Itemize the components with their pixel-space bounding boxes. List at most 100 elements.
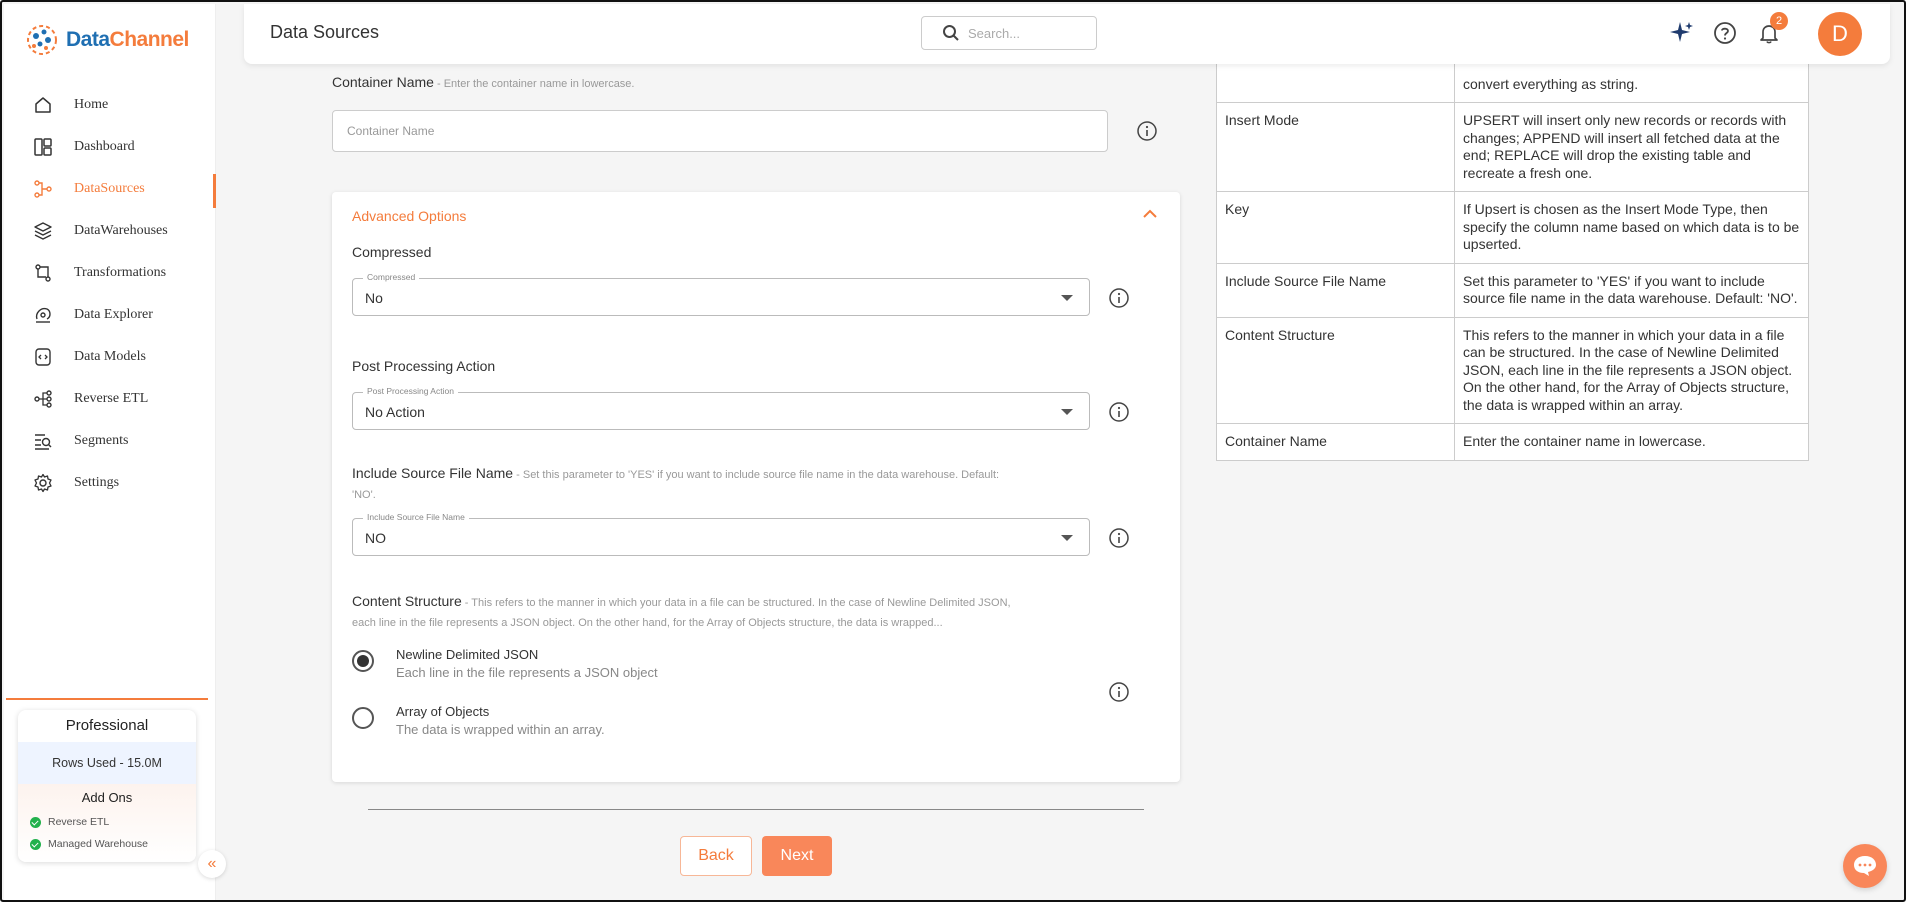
logo-icon [27, 25, 57, 55]
logo-text-part2: Channel [109, 28, 190, 51]
include-source-value: NO [365, 530, 386, 546]
include-source-label: Include Source File Name - Set this para… [352, 464, 1022, 504]
info-icon[interactable] [1108, 401, 1130, 423]
sidebar-item-dashboard[interactable]: Dashboard [4, 126, 216, 168]
addon-label: Reverse ETL [48, 816, 110, 828]
notifications-button[interactable]: 2 [1756, 12, 1788, 46]
chat-support-button[interactable] [1843, 844, 1887, 888]
sidebar-item-data-models[interactable]: Data Models [4, 336, 216, 378]
content-structure-label-text: Content Structure [352, 593, 462, 609]
info-icon[interactable] [1136, 120, 1158, 142]
sidebar-item-segments[interactable]: Segments [4, 420, 216, 462]
sidebar: DataChannel Home Dashboard DataSources D… [4, 4, 216, 900]
post-processing-select[interactable]: Post Processing Action No Action [352, 386, 1090, 430]
radio-option-text: Array of Objects The data is wrapped wit… [396, 703, 605, 739]
next-button[interactable]: Next [762, 836, 832, 876]
table-cell-param: Include Source File Name [1216, 262, 1455, 318]
sidebar-item-home[interactable]: Home [4, 84, 216, 126]
table-row: Container Name Enter the container name … [1216, 423, 1809, 461]
notification-badge: 2 [1770, 12, 1788, 30]
sidebar-item-label: Data Explorer [74, 307, 153, 322]
logo-text: DataChannel [66, 28, 189, 52]
sidebar-item-label: Home [74, 97, 109, 112]
datasources-icon [32, 178, 54, 200]
compressed-select[interactable]: Compressed No [352, 272, 1090, 316]
include-source-select[interactable]: Include Source File Name NO [352, 512, 1090, 556]
sidebar-item-datasources[interactable]: DataSources [4, 168, 216, 210]
search-input[interactable] [968, 25, 1088, 41]
sidebar-item-label: Settings [74, 475, 120, 490]
sidebar-item-label: Transformations [74, 265, 167, 280]
info-icon[interactable] [1108, 527, 1130, 549]
advanced-options-panel: Advanced Options Compressed Compressed N… [332, 192, 1180, 782]
info-icon[interactable] [1108, 287, 1130, 309]
advanced-options-toggle[interactable]: Advanced Options [352, 208, 466, 224]
logo[interactable]: DataChannel [24, 22, 189, 58]
sidebar-nav: Home Dashboard DataSources DataWarehouse… [4, 84, 216, 504]
table-cell-param: Key [1216, 191, 1455, 264]
sidebar-item-data-explorer[interactable]: Data Explorer [4, 294, 216, 336]
radio-newline-delimited-json[interactable]: Newline Delimited JSON Each line in the … [352, 646, 658, 682]
table-row: Insert Mode UPSERT will insert only new … [1216, 102, 1809, 192]
sidebar-item-label: Segments [74, 433, 129, 448]
post-processing-floating-label: Post Processing Action [363, 386, 458, 396]
table-cell-desc: Enter the container name in lowercase. [1454, 423, 1809, 461]
plan-card: Professional Rows Used - 15.0M Add Ons R… [18, 710, 196, 862]
parameter-help-table: convert everything as string. Insert Mod… [1216, 30, 1809, 461]
help-icon [1714, 22, 1736, 44]
check-icon [30, 816, 41, 828]
sidebar-item-label: Dashboard [74, 139, 135, 154]
sidebar-item-label: DataWarehouses [74, 223, 168, 238]
table-cell-desc: Set this parameter to 'YES' if you want … [1454, 262, 1809, 318]
table-row: Content Structure This refers to the man… [1216, 316, 1809, 424]
radio-array-of-objects[interactable]: Array of Objects The data is wrapped wit… [352, 703, 605, 739]
home-icon [32, 94, 54, 116]
collapse-sidebar-button[interactable]: « [198, 850, 226, 878]
info-icon[interactable] [1108, 681, 1130, 703]
radio-option-desc: Each line in the file represents a JSON … [396, 665, 658, 680]
container-name-label-text: Container Name [332, 74, 434, 90]
radio-button-selected[interactable] [352, 650, 374, 672]
sidebar-item-transformations[interactable]: Transformations [4, 252, 216, 294]
avatar[interactable]: D [1818, 12, 1862, 56]
data-models-icon [32, 346, 54, 368]
container-name-input[interactable] [347, 124, 1107, 138]
gear-icon [32, 472, 54, 494]
include-source-label-text: Include Source File Name [352, 465, 514, 481]
addon-label: Managed Warehouse [48, 838, 149, 850]
page-title: Data Sources [270, 22, 380, 42]
ai-sparkle-button[interactable] [1668, 20, 1694, 46]
rows-used: Rows Used - 15.0M [18, 742, 196, 784]
plan-divider [6, 698, 208, 700]
caret-down-icon [1061, 409, 1073, 415]
reverse-etl-icon [32, 388, 54, 410]
table-cell-desc: UPSERT will insert only new records or r… [1454, 102, 1809, 192]
container-name-field[interactable] [332, 110, 1108, 152]
table-cell-param: Insert Mode [1216, 102, 1455, 192]
back-button[interactable]: Back [680, 836, 752, 876]
radio-button[interactable] [352, 707, 374, 729]
radio-option-desc: The data is wrapped within an array. [396, 722, 605, 737]
check-icon [30, 838, 41, 850]
addons-title: Add Ons [81, 790, 133, 805]
post-processing-label: Post Processing Action [352, 358, 496, 374]
radio-option-title: Array of Objects [396, 704, 490, 719]
chat-icon [1854, 856, 1876, 876]
sidebar-item-label: DataSources [74, 181, 145, 196]
app-frame: DataChannel Home Dashboard DataSources D… [0, 0, 1906, 902]
sidebar-item-reverse-etl[interactable]: Reverse ETL [4, 378, 216, 420]
table-cell-desc-text: convert everything as string. [1463, 75, 1639, 92]
help-button[interactable] [1712, 20, 1738, 46]
sidebar-item-label: Reverse ETL [74, 391, 149, 406]
sidebar-item-datawarehouses[interactable]: DataWarehouses [4, 210, 216, 252]
search-box[interactable] [921, 16, 1097, 50]
sidebar-item-label: Data Models [74, 349, 146, 364]
form-divider [368, 809, 1144, 810]
addon-item: Managed Warehouse [18, 833, 196, 855]
sidebar-item-settings[interactable]: Settings [4, 462, 216, 504]
radio-option-text: Newline Delimited JSON Each line in the … [396, 646, 658, 682]
content-structure-label: Content Structure - This refers to the m… [352, 592, 1032, 630]
transform-icon [32, 262, 54, 284]
container-name-label: Container Name - Enter the container nam… [332, 74, 634, 90]
chevron-up-icon[interactable] [1140, 206, 1160, 222]
